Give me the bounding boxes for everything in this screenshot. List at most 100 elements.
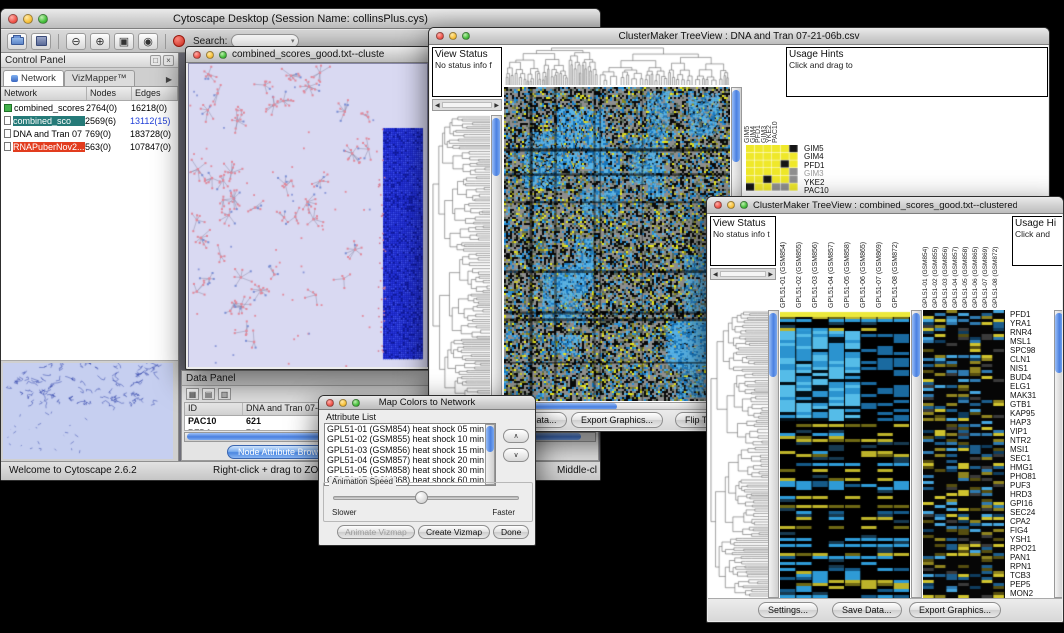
gene-list-item[interactable]: HRD3 (1008, 490, 1053, 499)
close-button[interactable] (436, 32, 444, 40)
scroll-right-icon[interactable]: ▶ (494, 102, 499, 109)
minimize-button[interactable] (206, 51, 214, 59)
treeview-combined-title-bar[interactable]: ClusterMaker TreeView : combined_scores_… (707, 197, 1063, 214)
gene-list-item[interactable]: MAK31 (1008, 391, 1053, 400)
minimize-button[interactable] (339, 399, 347, 407)
gene-list-item[interactable]: PHO81 (1008, 472, 1053, 481)
gene-list-item[interactable]: SEC1 (1008, 454, 1053, 463)
birdseye-canvas[interactable] (3, 363, 173, 459)
gene-list-item[interactable]: VIP1 (1008, 427, 1053, 436)
zoom-fit-button[interactable]: ◉ (138, 33, 158, 50)
attribute-item[interactable]: GPL51-03 (GSM856) heat shock 15 min (325, 445, 495, 455)
dendrogram-vscrollbar[interactable] (768, 310, 779, 598)
export-graphics-button[interactable]: Export Graphics... (571, 412, 663, 428)
scroll-left-icon[interactable]: ◀ (713, 271, 718, 278)
save-session-button[interactable] (31, 33, 51, 50)
close-button[interactable] (714, 201, 722, 209)
gene-list-item[interactable]: PFD1 (1008, 310, 1053, 319)
attribute-item[interactable]: GPL51-02 (GSM855) heat shock 10 min (325, 434, 495, 444)
network-row[interactable]: RNAPuberNov2... 563(0) 107847(0) (1, 140, 178, 153)
minimize-button[interactable] (23, 14, 33, 24)
settings-button[interactable]: Settings... (758, 602, 818, 618)
attribute-item[interactable]: GPL51-04 (GSM857) heat shock 20 min (325, 455, 495, 465)
done-button[interactable]: Done (493, 525, 529, 539)
zoom-in-button[interactable]: ⊕ (90, 33, 110, 50)
scrollbar-thumb[interactable] (732, 90, 740, 162)
treeview-dna-title-bar[interactable]: ClusterMaker TreeView : DNA and Tran 07-… (429, 28, 1049, 45)
close-button[interactable] (8, 14, 18, 24)
attribute-list-vscrollbar[interactable] (485, 424, 495, 485)
move-up-button[interactable]: ∧ (503, 429, 529, 443)
heatmap-vscrollbar[interactable] (911, 310, 922, 598)
gene-list-vscrollbar[interactable] (1054, 310, 1062, 598)
tab-vizmapper[interactable]: VizMapper™ (64, 70, 135, 86)
save-data-button[interactable]: Save Data... (832, 602, 902, 618)
scrollbar-thumb[interactable] (492, 118, 500, 176)
scrollbar-thumb[interactable] (1055, 313, 1062, 373)
gene-list-item[interactable]: TCB3 (1008, 571, 1053, 580)
attribute-delete-icon[interactable]: ▥ (218, 388, 231, 400)
column-dendrogram-canvas[interactable] (504, 47, 730, 85)
gene-list-item[interactable]: GTB1 (1008, 400, 1053, 409)
gene-list-item[interactable]: BUD4 (1008, 373, 1053, 382)
gene-list-item[interactable]: MON2 (1008, 589, 1053, 598)
close-button[interactable] (193, 51, 201, 59)
move-down-button[interactable]: ∨ (503, 448, 529, 462)
gene-list-item[interactable]: GPI16 (1008, 499, 1053, 508)
zoom-window-button[interactable] (352, 399, 360, 407)
network-row-selected[interactable]: combined_sco 2569(6) 13112(15) (1, 114, 178, 127)
open-session-button[interactable] (7, 33, 27, 50)
float-panel-icon[interactable]: □ (150, 55, 161, 66)
export-graphics-button[interactable]: Export Graphics... (909, 602, 1001, 618)
gene-list-item[interactable]: KAP95 (1008, 409, 1053, 418)
attribute-item[interactable]: GPL51-01 (GSM854) heat shock 05 min (325, 424, 495, 434)
heatmap-canvas[interactable] (504, 87, 730, 401)
gene-list-item[interactable]: RPN1 (1008, 562, 1053, 571)
secondary-heatmap-canvas[interactable] (923, 310, 1005, 598)
network-row[interactable]: DNA and Tran 07 769(0) 183728(0) (1, 127, 178, 140)
gene-list-item[interactable]: FIG4 (1008, 526, 1053, 535)
destroy-network-icon[interactable] (173, 35, 185, 47)
network-canvas[interactable] (189, 64, 427, 367)
zoom-window-button[interactable] (38, 14, 48, 24)
network-view-title-bar[interactable]: combined_scores_good.txt--cluste... (186, 47, 430, 63)
zoom-window-button[interactable] (219, 51, 227, 59)
dialog-title-bar[interactable]: Map Colors to Network (319, 396, 535, 410)
animate-vizmap-button[interactable]: Animate Vizmap (337, 525, 415, 539)
scroll-right-icon[interactable]: ▶ (768, 271, 773, 278)
attribute-item[interactable]: GPL51-05 (GSM858) heat shock 30 min (325, 465, 495, 475)
speed-slider-thumb[interactable] (415, 491, 428, 504)
attribute-select-icon[interactable]: ▦ (186, 388, 199, 400)
scroll-left-icon[interactable]: ◀ (435, 102, 440, 109)
gene-list-item[interactable]: NTR2 (1008, 436, 1053, 445)
gene-list-item[interactable]: NIS1 (1008, 364, 1053, 373)
gene-list-item[interactable]: CLN1 (1008, 355, 1053, 364)
gene-list-item[interactable]: MSL1 (1008, 337, 1053, 346)
close-button[interactable] (326, 399, 334, 407)
row-dendrogram-canvas[interactable] (710, 310, 768, 598)
zoom-window-button[interactable] (462, 32, 470, 40)
scroll-track[interactable] (720, 271, 767, 277)
close-panel-icon[interactable]: × (163, 55, 174, 66)
gene-list-item[interactable]: SPC98 (1008, 346, 1053, 355)
scroll-track[interactable] (442, 102, 493, 108)
create-vizmap-button[interactable]: Create Vizmap (418, 525, 490, 539)
zoom-out-button[interactable]: ⊖ (66, 33, 86, 50)
gene-list-item[interactable]: HAP3 (1008, 418, 1053, 427)
zoom-selected-button[interactable]: ▣ (114, 33, 134, 50)
gene-list-item[interactable]: HMG1 (1008, 463, 1053, 472)
scrollbar-thumb[interactable] (912, 313, 920, 377)
network-row[interactable]: combined_scores 2764(0) 16218(0) (1, 101, 178, 114)
minimize-button[interactable] (449, 32, 457, 40)
gene-list-item[interactable]: SEC24 (1008, 508, 1053, 517)
scrollbar-thumb[interactable] (769, 313, 777, 377)
dendrogram-vscrollbar[interactable] (491, 115, 502, 401)
gene-list-item[interactable]: ELG1 (1008, 382, 1053, 391)
gene-list-item[interactable]: YSH1 (1008, 535, 1053, 544)
heatmap-canvas[interactable] (780, 310, 910, 598)
main-title-bar[interactable]: Cytoscape Desktop (Session Name: collins… (1, 9, 600, 29)
tab-network[interactable]: Network (3, 70, 64, 86)
zoom-window-button[interactable] (740, 201, 748, 209)
gene-list-item[interactable]: PUF3 (1008, 481, 1053, 490)
gene-list-item[interactable]: RPO21 (1008, 544, 1053, 553)
